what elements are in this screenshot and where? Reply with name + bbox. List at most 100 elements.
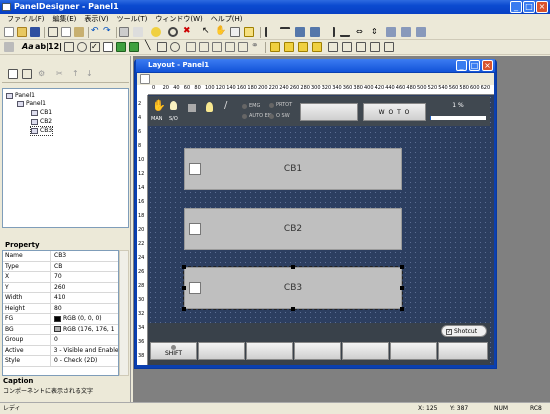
combo-tool-icon[interactable] (212, 42, 222, 52)
align-center-icon[interactable] (295, 27, 305, 37)
resize-handle[interactable] (291, 307, 295, 311)
resize-handle[interactable] (182, 265, 186, 269)
ungroup-icon[interactable] (284, 42, 294, 52)
property-scrollbar[interactable] (119, 250, 129, 376)
menu-window[interactable]: ウィンドウ(W) (151, 14, 206, 25)
align-right-icon[interactable] (325, 27, 335, 37)
prop-value[interactable]: RGB (176, 176, 1 (51, 325, 115, 335)
space-h-icon[interactable] (386, 27, 396, 37)
resize-handle[interactable] (182, 286, 186, 290)
tree-view-icon[interactable] (8, 69, 18, 79)
tree-list-icon[interactable] (22, 69, 32, 79)
prop-row[interactable]: Group 0 (3, 335, 118, 346)
table-tool-icon[interactable] (186, 42, 196, 52)
function-button-6[interactable] (438, 342, 488, 360)
order3-icon[interactable] (356, 42, 366, 52)
prop-row[interactable]: Type CB (3, 261, 118, 272)
align-middle-icon[interactable] (310, 27, 320, 37)
prop-value[interactable]: CB3 (51, 251, 66, 261)
bring-front-icon[interactable] (298, 42, 308, 52)
prop-row[interactable]: Width 410 (3, 293, 118, 304)
prop-row[interactable]: BG RGB (176, 176, 1 (3, 324, 118, 335)
align-bottom-icon[interactable] (340, 27, 350, 37)
lamp-tool-icon[interactable] (116, 42, 126, 52)
center-h-icon[interactable] (416, 27, 426, 37)
textbox-tool[interactable]: ab| (35, 42, 49, 51)
prop-row[interactable]: Y 260 (3, 282, 118, 293)
order5-icon[interactable] (384, 42, 394, 52)
redo-icon[interactable]: ↷ (103, 27, 113, 37)
prop-value[interactable]: 0 - Check (2D) (51, 356, 97, 366)
prop-row[interactable]: X 70 (3, 272, 118, 283)
resize-handle[interactable] (400, 307, 404, 311)
zoom-icon[interactable] (168, 27, 178, 37)
tree-node-cb3[interactable]: CB3 (29, 126, 54, 136)
help-icon[interactable] (151, 27, 161, 37)
paste-icon[interactable] (74, 27, 84, 37)
menu-view[interactable]: 表示(V) (80, 14, 112, 25)
prop-value[interactable]: 410 (51, 293, 65, 303)
prop-row[interactable]: Style 0 - Check (2D) (3, 356, 118, 367)
resize-handle[interactable] (182, 307, 186, 311)
group-icon[interactable] (270, 42, 280, 52)
snap-icon[interactable] (244, 27, 254, 37)
cut-icon[interactable] (48, 27, 58, 37)
meter-tool-icon[interactable] (238, 42, 248, 52)
prop-value[interactable]: 70 (51, 272, 62, 282)
resize-handle[interactable] (291, 265, 295, 269)
move-up-icon[interactable]: ↑ (72, 69, 82, 79)
function-button-2[interactable] (246, 342, 293, 360)
list-tool-icon[interactable] (199, 42, 209, 52)
resize-handle[interactable] (400, 286, 404, 290)
numeric-tool[interactable]: 12| (48, 42, 62, 51)
label-tool[interactable]: Aa (22, 42, 34, 51)
undo-icon[interactable]: ↶ (91, 27, 101, 37)
move-down-icon[interactable]: ↓ (86, 69, 96, 79)
image-tool-icon[interactable] (225, 42, 235, 52)
prop-row[interactable]: FG RGB (0, 0, 0) (3, 314, 118, 325)
prop-value[interactable]: 3 - Visible and Enable (51, 346, 118, 356)
tree-node-cb1[interactable]: CB1 (31, 109, 52, 117)
frame-tool-icon[interactable] (64, 42, 74, 52)
prop-row[interactable]: Height 80 (3, 303, 118, 314)
hand-icon[interactable]: ✋ (215, 27, 226, 37)
function-button-3[interactable] (294, 342, 341, 360)
line-tool-icon[interactable]: ╲ (145, 42, 155, 52)
function-button-4[interactable] (342, 342, 389, 360)
menu-help[interactable]: ヘルプ(H) (207, 14, 247, 25)
space-v-icon[interactable] (401, 27, 411, 37)
copy-icon[interactable] (61, 27, 71, 37)
link-tool-icon[interactable]: ⚭ (251, 42, 261, 52)
prop-value[interactable]: 0 (51, 335, 58, 345)
checkbox-cb1[interactable]: CB1 (184, 148, 402, 190)
shortcut-toggle[interactable]: ✓ Shotcut (441, 325, 487, 337)
menu-tools[interactable]: ツール(T) (113, 14, 152, 25)
order4-icon[interactable] (370, 42, 380, 52)
pointer-icon[interactable]: ↖ (202, 27, 212, 37)
preview-icon[interactable] (133, 27, 143, 37)
tree-node-panel[interactable]: Panel1 (17, 100, 46, 108)
resize-handle[interactable] (400, 265, 404, 269)
tree-cut-icon[interactable]: ✂ (56, 69, 66, 79)
checkbox-tool-icon[interactable]: ✓ (90, 42, 100, 52)
order-icon[interactable] (328, 42, 338, 52)
rect-tool-icon[interactable] (157, 42, 167, 52)
align-left-icon[interactable] (265, 27, 275, 37)
prop-value[interactable]: 80 (51, 304, 62, 314)
zoom-out-icon[interactable]: ✖ (183, 27, 193, 37)
ellipse-tool-icon[interactable] (170, 42, 180, 52)
checkbox-cb3[interactable]: CB3 (183, 266, 403, 310)
radio-tool-icon[interactable] (77, 42, 87, 52)
send-back-icon[interactable] (312, 42, 322, 52)
tree-node-root[interactable]: Panel1 (6, 92, 35, 100)
new-file-icon[interactable] (4, 27, 14, 37)
tree-node-cb2[interactable]: CB2 (31, 118, 52, 126)
prop-row[interactable]: Name CB3 (3, 251, 118, 262)
menu-file[interactable]: ファイル(F) (3, 14, 49, 25)
close-button[interactable]: × (536, 1, 548, 13)
layout-page-icon[interactable] (140, 74, 150, 84)
prop-value[interactable]: CB (51, 262, 62, 272)
print-icon[interactable] (119, 27, 129, 37)
tree-tool-icon[interactable]: ⚙ (38, 69, 48, 79)
grid-icon[interactable] (230, 27, 240, 37)
